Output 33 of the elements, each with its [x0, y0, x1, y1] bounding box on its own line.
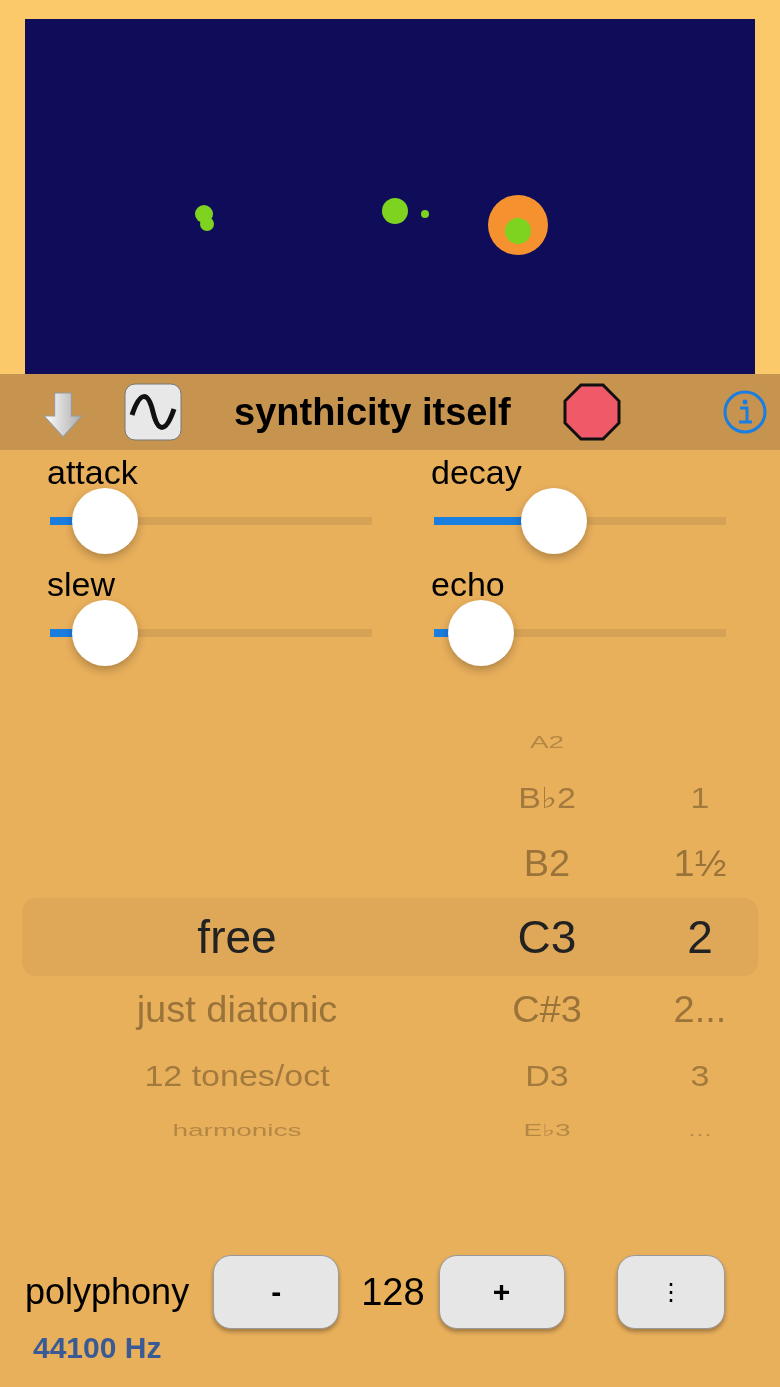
- slider-thumb[interactable]: [447, 600, 514, 666]
- picker-item[interactable]: 2: [642, 898, 758, 976]
- picker-item[interactable]: 1: [642, 770, 758, 826]
- picker-item[interactable]: D3: [452, 1048, 642, 1104]
- increase-button[interactable]: +: [438, 1255, 565, 1329]
- slider-label: decay: [431, 452, 522, 492]
- slider-label: attack: [47, 452, 138, 492]
- picker-item[interactable]: C3: [452, 898, 642, 976]
- picker-item[interactable]: 12 tones/oct: [22, 1048, 452, 1104]
- polyphony-label: polyphony: [25, 1271, 190, 1313]
- app-title: synthicity itself: [234, 390, 511, 434]
- picker-item[interactable]: 3: [642, 1048, 758, 1104]
- slider-thumb[interactable]: [71, 488, 138, 554]
- sine-wave-icon[interactable]: [124, 383, 182, 441]
- picker-item[interactable]: C#3: [452, 977, 642, 1043]
- more-button[interactable]: ⋮: [616, 1255, 725, 1329]
- sample-rate: 44100 Hz: [33, 1331, 162, 1365]
- picker-item[interactable]: B♭2: [452, 770, 642, 826]
- decrease-button[interactable]: -: [213, 1255, 340, 1329]
- picker-item[interactable]: 2...: [642, 977, 758, 1043]
- slider-label: slew: [47, 564, 116, 604]
- info-icon[interactable]: [722, 389, 768, 435]
- slider-label: echo: [431, 564, 505, 604]
- down-arrow-icon[interactable]: [42, 391, 84, 439]
- stop-icon[interactable]: [562, 383, 621, 441]
- picker-item[interactable]: ...: [642, 1117, 758, 1145]
- picker-item[interactable]: B2: [452, 831, 642, 897]
- polyphony-value: 128: [361, 1270, 425, 1314]
- slider-thumb[interactable]: [71, 600, 138, 666]
- picker-item[interactable]: 1½: [642, 831, 758, 897]
- picker-item[interactable]: just diatonic: [22, 977, 452, 1043]
- slider-thumb[interactable]: [520, 488, 587, 554]
- picker-item[interactable]: free: [22, 898, 452, 976]
